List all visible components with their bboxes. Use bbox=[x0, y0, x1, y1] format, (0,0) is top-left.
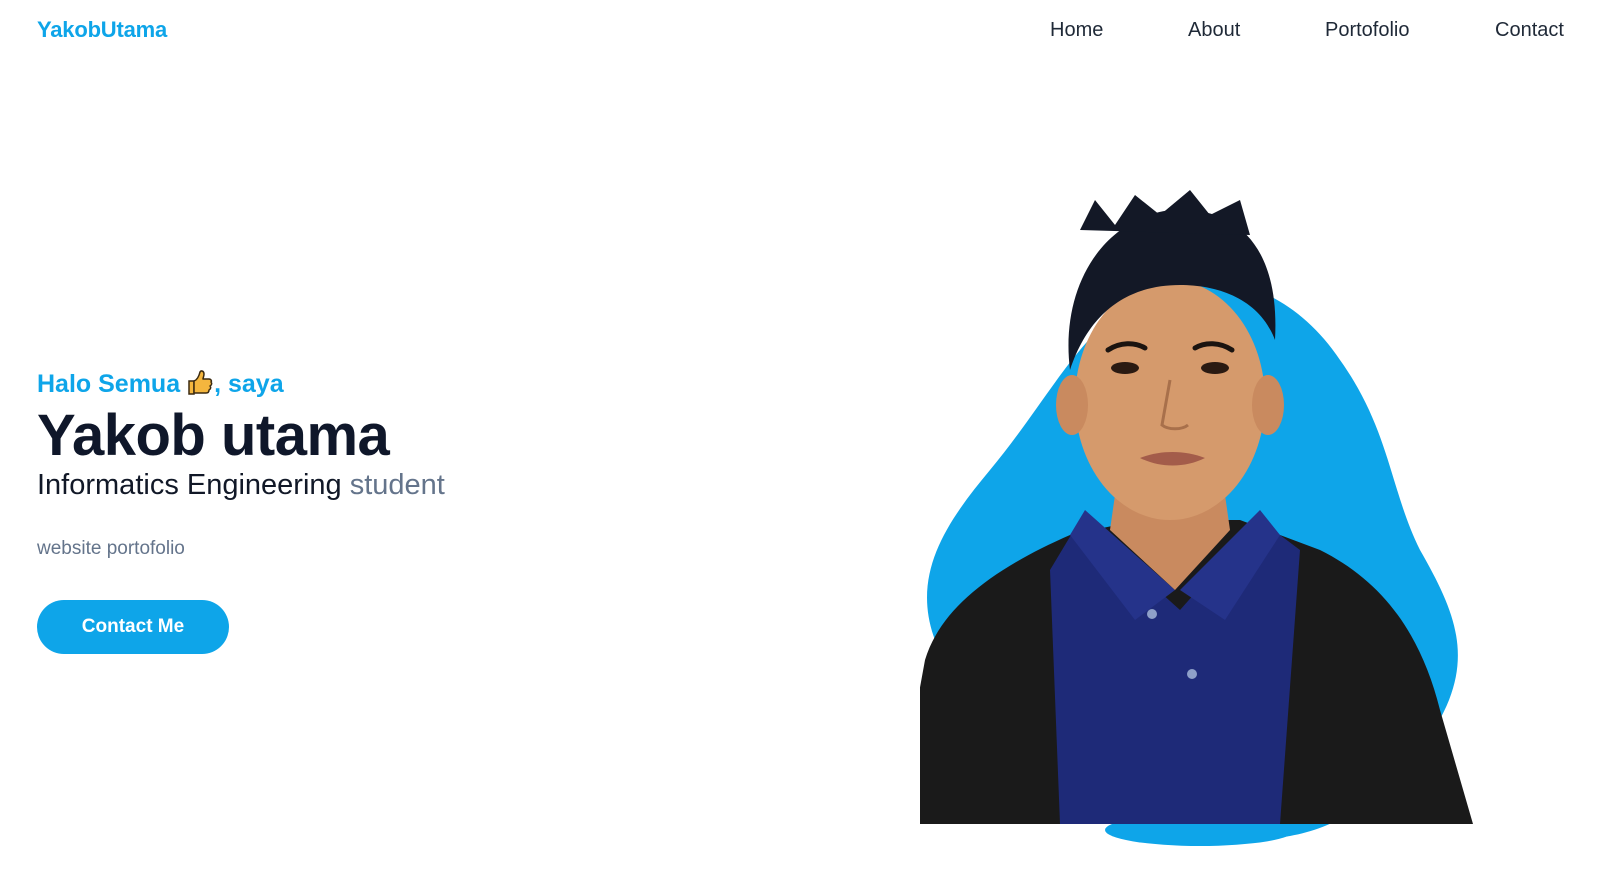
thumbs-up-icon bbox=[186, 369, 214, 397]
hero-intro: Halo Semua , saya Yakob utama Informatic… bbox=[37, 367, 737, 654]
nav-home-link[interactable]: Home bbox=[1050, 17, 1103, 43]
nav-portfolio-link[interactable]: Portofolio bbox=[1325, 17, 1410, 43]
nav-contact-link[interactable]: Contact bbox=[1495, 17, 1564, 43]
profile-photo-illustration bbox=[920, 190, 1473, 846]
greeting-line: Halo Semua , saya bbox=[37, 367, 737, 401]
hero-role: Informatics Engineering student bbox=[37, 467, 737, 503]
greeting-suffix: , saya bbox=[214, 370, 284, 398]
hero-tagline: website portofolio bbox=[37, 538, 185, 559]
nav-about-link[interactable]: About bbox=[1188, 17, 1240, 43]
role-accent: student bbox=[349, 469, 445, 501]
greeting-prefix: Halo Semua bbox=[37, 370, 181, 398]
contact-me-button[interactable]: Contact Me bbox=[37, 600, 229, 654]
hero-name: Yakob utama bbox=[37, 403, 390, 468]
hero-visual bbox=[920, 190, 1540, 882]
nav-menu: Home About Portofolio Contact bbox=[0, 17, 1622, 47]
navbar: YakobUtama Home About Portofolio Contact bbox=[0, 0, 1622, 62]
role-main: Informatics Engineering bbox=[37, 469, 342, 501]
